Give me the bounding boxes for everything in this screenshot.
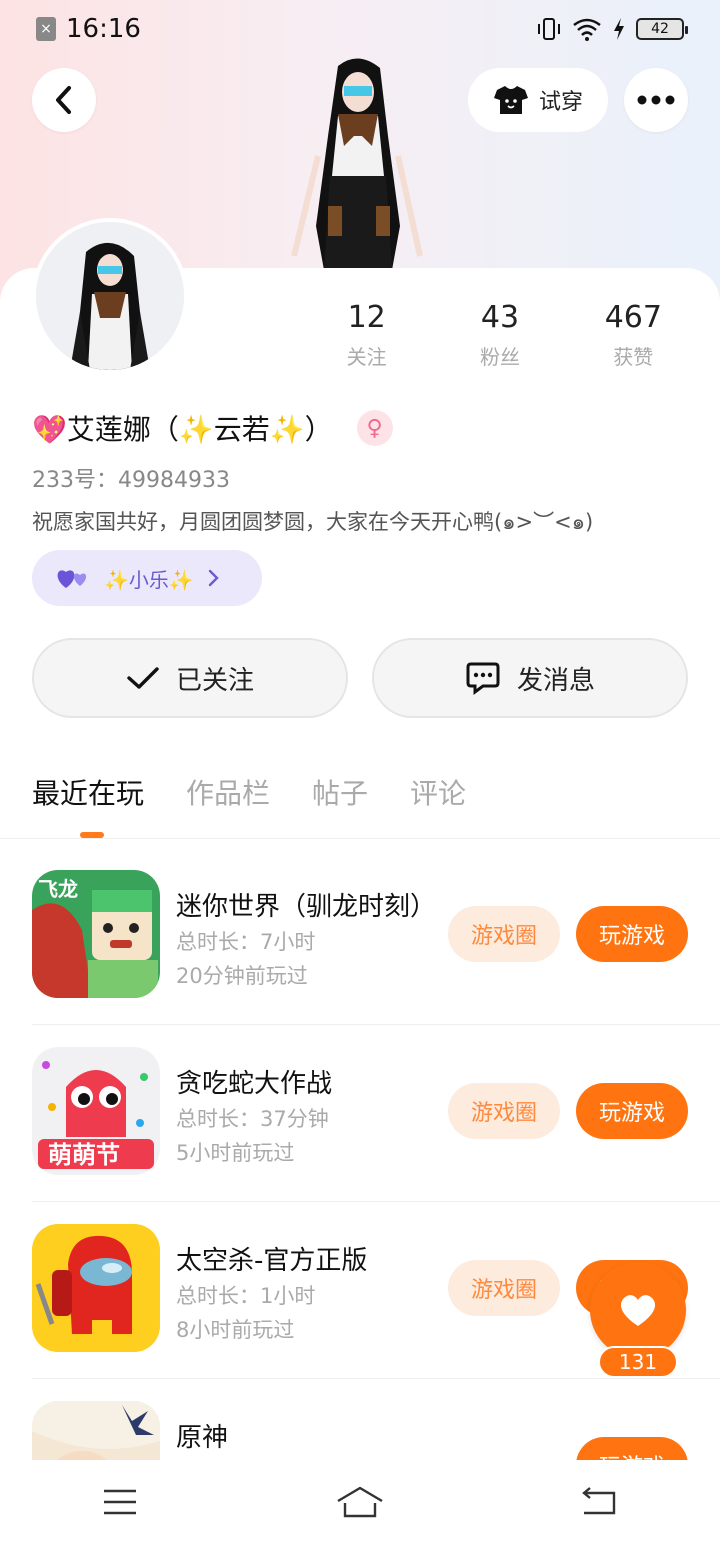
game-icon-snake: 萌萌节 [32, 1047, 160, 1175]
nav-back-button[interactable] [570, 1480, 630, 1524]
tab-recently-played[interactable]: 最近在玩 [32, 772, 144, 812]
heart-icon [620, 1295, 656, 1326]
tab-works[interactable]: 作品栏 [186, 772, 270, 812]
avatar-image [36, 222, 184, 370]
nav-home-button[interactable] [330, 1480, 390, 1524]
stat-value: 467 [604, 300, 662, 335]
more-options-button[interactable] [624, 68, 688, 132]
stat-label: 关注 [346, 345, 387, 369]
user-bio: 祝愿家国共好，月圆团圆梦圆，大家在今天开心鸭(๑>︶<๑) [32, 510, 594, 534]
character-figure-image [291, 58, 423, 270]
try-on-button[interactable]: 试穿 [468, 68, 608, 132]
like-count-badge: 131 [598, 1346, 678, 1378]
game-duration: 总时长：37分钟 [176, 1107, 329, 1131]
game-last-played: 8小时前玩过 [176, 1318, 295, 1342]
game-circle-button[interactable]: 游戏圈 [448, 906, 560, 962]
stat-label: 粉丝 [479, 345, 520, 369]
more-dots-icon [637, 95, 675, 105]
wifi-icon [573, 18, 601, 41]
play-game-button[interactable]: 玩游戏 [576, 906, 688, 962]
user-name-row: 💖艾莲娜（✨云若✨） ♀ [32, 408, 393, 448]
user-name: 💖艾莲娜（✨云若✨） [32, 413, 333, 446]
stat-value: 12 [347, 300, 386, 335]
status-bar: × 16:16 42 [0, 0, 720, 58]
game-title: 原神 [176, 1423, 229, 1453]
among-us-image [32, 1224, 160, 1352]
profile-tabs: 最近在玩 作品栏 帖子 评论 [32, 772, 466, 812]
tabs-divider [0, 838, 720, 839]
status-time: 16:16 [66, 14, 141, 44]
system-navigation-bar [0, 1460, 720, 1544]
game-duration: 总时长：7小时 [176, 930, 316, 954]
game-last-played: 5小时前玩过 [176, 1141, 295, 1165]
send-message-button[interactable]: 发消息 [372, 638, 688, 718]
game-row[interactable]: 萌萌节 贪吃蛇大作战 总时长：37分钟 5小时前玩过 游戏圈 玩游戏 [0, 1025, 720, 1202]
home-icon [337, 1486, 383, 1518]
followed-button[interactable]: 已关注 [32, 638, 348, 718]
game-row[interactable]: 飞龙 迷你世界（驯龙时刻） 总时长：7小时 20分钟前玩过 游戏圈 玩游戏 [0, 848, 720, 1025]
snake-game-image: 萌萌节 [32, 1047, 160, 1175]
game-circle-button[interactable]: 游戏圈 [448, 1083, 560, 1139]
stat-following[interactable]: 12 关注 [300, 300, 433, 370]
mini-world-image: 飞龙 [32, 870, 160, 998]
play-game-button[interactable]: 玩游戏 [576, 1083, 688, 1139]
followed-label: 已关注 [175, 665, 254, 696]
tshirt-icon [493, 86, 528, 114]
no-sim-icon: × [36, 17, 56, 41]
avatar[interactable] [32, 218, 188, 374]
back-button[interactable] [32, 68, 96, 132]
game-icon-mini-world: 飞龙 [32, 870, 160, 998]
send-message-label: 发消息 [516, 665, 595, 696]
battery-level: 42 [651, 21, 669, 37]
try-on-label: 试穿 [538, 90, 583, 115]
like-floating-button[interactable] [590, 1262, 686, 1358]
game-title: 迷你世界（驯龙时刻） [176, 892, 436, 922]
menu-icon [104, 1489, 136, 1515]
purple-hearts-icon [57, 570, 87, 588]
game-icon-among-us [32, 1224, 160, 1352]
chevron-right-icon [208, 569, 219, 587]
profile-stats: 12 关注 43 粉丝 467 获赞 [300, 300, 700, 370]
club-chip[interactable]: ✨小乐✨ [32, 550, 262, 606]
tab-posts[interactable]: 帖子 [312, 772, 368, 812]
return-icon [582, 1487, 616, 1515]
game-title: 贪吃蛇大作战 [176, 1069, 333, 1099]
stat-likes[interactable]: 467 获赞 [567, 300, 700, 370]
vibrate-icon [538, 18, 560, 40]
club-name: ✨小乐✨ [104, 567, 194, 592]
stat-followers[interactable]: 43 粉丝 [433, 300, 566, 370]
tab-comments[interactable]: 评论 [410, 772, 466, 812]
charging-icon [614, 18, 624, 40]
game-duration: 总时长：1小时 [176, 1284, 316, 1308]
game-icon-genshin [32, 1401, 160, 1460]
svg-text:萌萌节: 萌萌节 [48, 1142, 120, 1169]
status-right: 42 [536, 17, 688, 41]
game-last-played: 20分钟前玩过 [176, 964, 308, 988]
stat-value: 43 [480, 300, 520, 335]
game-row[interactable]: 原神 玩游戏 [0, 1379, 720, 1460]
game-circle-button[interactable]: 游戏圈 [448, 1260, 560, 1316]
status-left: × 16:16 [36, 14, 141, 44]
chevron-left-icon [56, 86, 71, 114]
nav-menu-button[interactable] [90, 1480, 150, 1524]
chat-bubble-icon [466, 662, 500, 695]
svg-text:飞龙: 飞龙 [38, 877, 78, 901]
check-icon [127, 667, 159, 689]
stat-label: 获赞 [613, 345, 654, 369]
user-id: 233号：49984933 [32, 468, 230, 493]
play-game-button[interactable]: 玩游戏 [576, 1437, 688, 1460]
battery-icon: 42 [636, 18, 688, 40]
genshin-image [32, 1401, 160, 1460]
female-gender-icon: ♀ [356, 410, 393, 446]
game-title: 太空杀-官方正版 [176, 1246, 368, 1276]
